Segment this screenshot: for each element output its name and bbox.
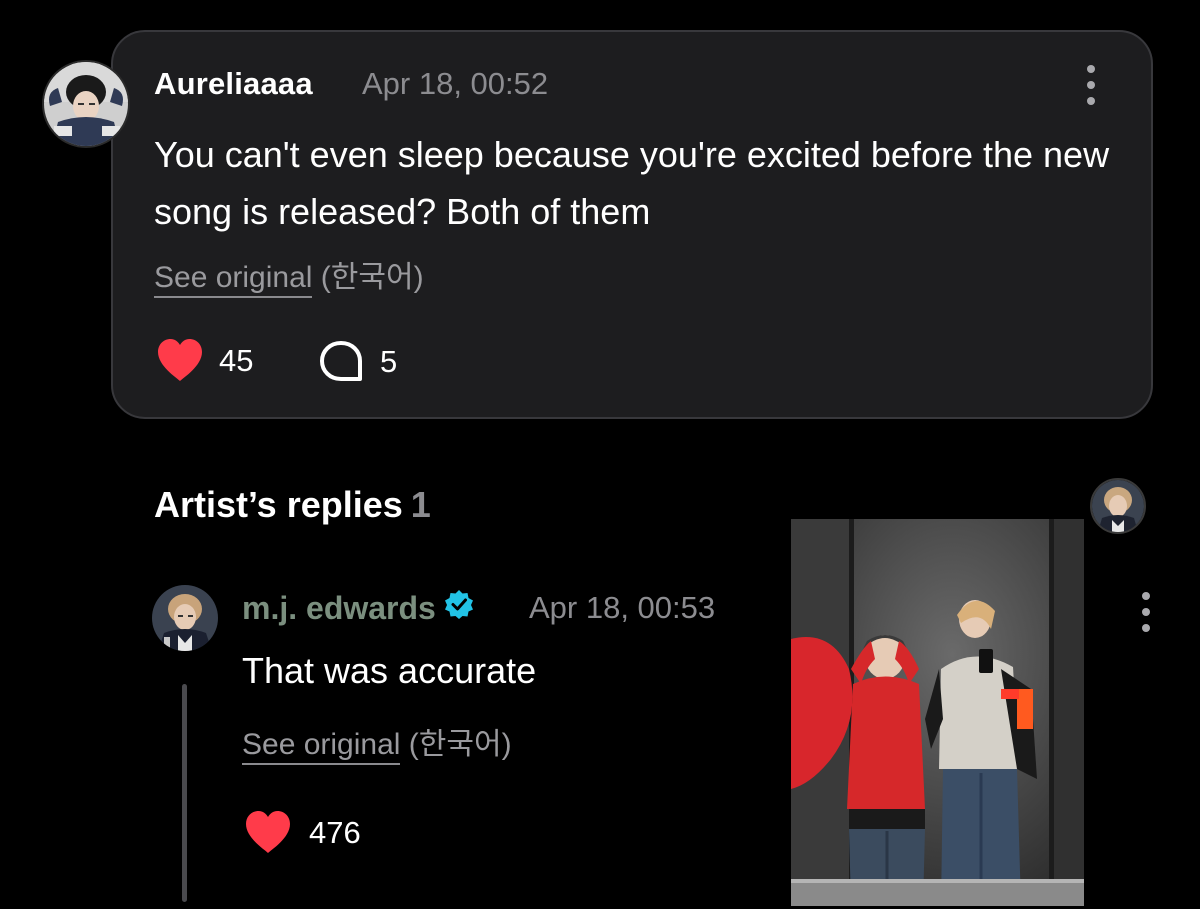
more-vertical-icon[interactable] [1140,592,1152,632]
comment-text: You can't even sleep because you're exci… [154,134,1110,232]
more-vertical-icon[interactable] [1085,65,1097,105]
avatar-image [1092,480,1144,532]
reply-like-button[interactable]: 476 [243,810,361,855]
commenter-username[interactable]: Aureliaaaa [154,66,313,102]
avatar-image [44,62,128,146]
comment-timestamp: Apr 18, 00:52 [362,66,549,101]
like-count: 45 [219,342,254,378]
commenter-avatar[interactable] [42,60,130,148]
artist-avatar[interactable] [152,585,218,651]
reply-photo[interactable] [791,519,1084,906]
see-original-row: See original (한국어) [154,252,424,298]
heart-icon [246,811,290,853]
original-language: (한국어) [408,728,512,761]
mirror-selfie-photo [791,519,1084,906]
avatar-image [152,585,218,651]
artist-mini-avatar[interactable] [1090,478,1146,534]
like-button[interactable]: 45 [155,338,253,383]
artist-replies-heading: Artist’s replies 1 [154,484,431,526]
heart-icon [158,339,202,381]
artist-replies-count: 1 [410,484,431,525]
reply-see-original-row: See original (한국어) [242,719,512,765]
artist-username[interactable]: m.j. edwards [242,589,474,627]
original-language: (한국어) [320,261,424,294]
speech-bubble-icon [320,341,362,381]
reply-timestamp: Apr 18, 00:53 [529,590,716,625]
see-original-link[interactable]: See original [242,728,401,765]
reply-count: 5 [380,344,398,379]
reply-button[interactable]: 5 [318,340,397,384]
reply-like-count: 476 [309,814,361,850]
verified-badge-icon [444,589,474,627]
thread-line [182,684,187,902]
artist-username-text: m.j. edwards [242,589,436,626]
see-original-link[interactable]: See original [154,261,313,298]
reply-text: That was accurate [242,650,537,691]
artist-replies-title: Artist’s replies [154,484,403,525]
